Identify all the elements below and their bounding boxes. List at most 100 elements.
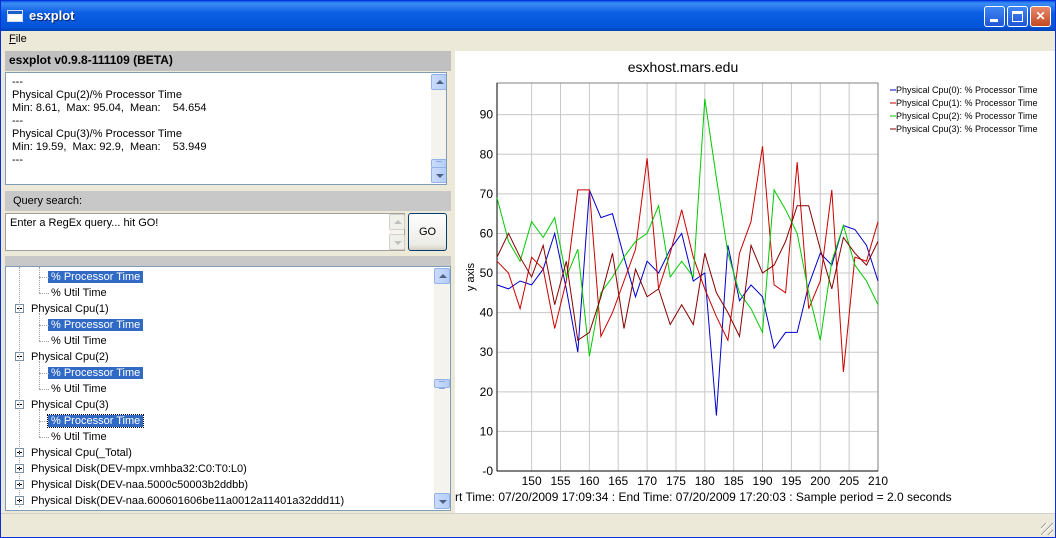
tree-leaf[interactable]: % Util Time (48, 285, 110, 301)
window-title: esxplot (29, 8, 75, 23)
stats-output[interactable]: --- Physical Cpu(2)/% Processor Time Min: … (5, 72, 447, 185)
tree-connector (39, 277, 49, 278)
tree-item-label: % Util Time (51, 287, 107, 299)
chart-title: esxhost.mars.edu (628, 59, 739, 75)
scroll-up-button[interactable] (434, 268, 450, 284)
y-tick-label: 70 (480, 187, 494, 201)
maximize-button[interactable] (1007, 6, 1028, 27)
tree-node[interactable]: Physical Cpu(2) (28, 349, 112, 365)
stats-scrollbar[interactable] (431, 74, 446, 183)
tree-leaf[interactable]: % Util Time (48, 429, 110, 445)
query-scrollbar[interactable] (389, 214, 405, 250)
tree-item-label: % Util Time (51, 335, 107, 347)
y-tick-label: 40 (480, 306, 494, 320)
arrow-up-icon (394, 220, 402, 224)
minimize-button[interactable] (984, 6, 1005, 27)
tree-item-label: % Processor Time (48, 271, 144, 283)
legend-entry: Physical Cpu(2): % Processor Time (896, 111, 1038, 121)
version-header: esxplot v0.9.8-111109 (BETA) (5, 51, 451, 71)
x-tick-label: 205 (839, 474, 859, 488)
y-tick-label: 50 (480, 266, 494, 280)
tree-separator (5, 256, 451, 266)
y-tick-label: 90 (480, 108, 494, 122)
resize-grip[interactable] (1041, 523, 1053, 535)
query-input[interactable]: Enter a RegEx query... hit GO! (5, 213, 405, 251)
legend-entry: Physical Cpu(1): % Processor Time (896, 98, 1038, 108)
close-button[interactable]: ✕ (1030, 6, 1051, 27)
stats-line: --- (12, 154, 23, 166)
tree-item-label: Physical Cpu(_Total) (31, 447, 132, 459)
tree-leaf[interactable]: % Processor Time (48, 365, 144, 381)
stats-line: Physical Cpu(2)/% Processor Time (12, 89, 182, 101)
tree-scrollbar[interactable] (434, 268, 450, 509)
title-bar[interactable]: esxplot ✕ (1, 1, 1055, 31)
tree-node[interactable]: Physical Cpu(_Total) (28, 445, 135, 461)
tree-leaf[interactable]: % Util Time (48, 381, 110, 397)
legend-entry: Physical Cpu(3): % Processor Time (896, 124, 1038, 134)
y-tick-label: 80 (480, 147, 494, 161)
x-tick-label: 185 (724, 474, 744, 488)
tree-connector (39, 341, 49, 342)
menu-file[interactable]: File (9, 33, 27, 45)
tree-item-label: Physical Disk(DEV-mpx.vmhba32:C0:T0:L0) (31, 463, 247, 475)
x-tick-label: 195 (781, 474, 801, 488)
tree-node[interactable]: Physical Disk(DEV-naa.5000c50003b2ddbb) (28, 477, 251, 493)
tree-node[interactable]: Physical Disk(DEV-mpx.vmhba32:C0:T0:L0) (28, 461, 250, 477)
tree-connector (39, 421, 49, 422)
scroll-thumb[interactable] (434, 379, 450, 389)
tree-item-label: Physical Cpu(1) (31, 303, 109, 315)
tree-leaf[interactable]: % Util Time (48, 333, 110, 349)
tree-leaf[interactable]: % Processor Time (48, 269, 144, 285)
x-tick-label: 175 (666, 474, 686, 488)
scroll-down-button[interactable] (389, 234, 405, 250)
go-button[interactable]: GO (408, 213, 447, 251)
series-line (496, 98, 879, 357)
tree-node[interactable]: Physical Cpu(3) (28, 397, 112, 413)
arrow-down-icon (436, 174, 444, 178)
minimize-icon (990, 19, 998, 22)
scroll-down-button[interactable] (434, 493, 450, 509)
tree-connector (39, 267, 40, 293)
tree-node[interactable]: Physical Cpu(1) (28, 301, 112, 317)
tree-item-label: % Processor Time (48, 367, 144, 379)
tree-item-label: % Util Time (51, 431, 107, 443)
y-tick-label: 60 (480, 226, 494, 240)
tree-connector (39, 293, 49, 294)
menu-bar: File (1, 31, 1055, 49)
status-bar (1, 513, 1055, 537)
arrow-up-icon (439, 274, 447, 278)
arrow-down-icon (439, 500, 447, 504)
chart-panel: 150 155 160 165 170 175 180 185 190 195 200 205 210 -… (455, 51, 1055, 513)
tree-connector (39, 373, 49, 374)
tree-item-label: Physical Cpu(3) (31, 399, 109, 411)
x-tick-label: 210 (868, 474, 888, 488)
tree-leaf[interactable]: % Processor Time (46, 413, 145, 429)
stats-line: Min: 19.59, Max: 92.9, Mean: 53.949 (12, 141, 207, 153)
query-label: Query search: (13, 195, 83, 207)
tree-connector (39, 361, 40, 389)
metric-tree[interactable]: % Processor Time % Util Time Physical Cpu(… (5, 266, 451, 511)
x-tick-label: 155 (550, 474, 570, 488)
tree-item-label: % Processor Time (48, 319, 144, 331)
stats-line: --- (12, 76, 23, 88)
x-tick-label: 165 (608, 474, 628, 488)
version-label: esxplot v0.9.8-111109 (BETA) (9, 53, 173, 67)
stats-line: Physical Cpu(3)/% Processor Time (12, 128, 182, 140)
scroll-up-button[interactable] (389, 214, 405, 230)
scroll-down-button[interactable] (431, 167, 446, 183)
tree-item-label: Physical Disk(DEV-naa.5000c50003b2ddbb) (31, 479, 249, 491)
left-panel: esxplot v0.9.8-111109 (BETA) --- Physical… (5, 51, 451, 513)
y-tick-label: -0 (482, 464, 493, 478)
tree-item-label: % Util Time (51, 383, 107, 395)
stats-line: --- (12, 115, 23, 127)
scroll-up-button[interactable] (431, 74, 446, 90)
y-tick-label: 30 (480, 345, 494, 359)
tree-connector (39, 313, 40, 341)
tree-leaf[interactable]: % Processor Time (48, 317, 144, 333)
x-tick-label: 190 (753, 474, 773, 488)
close-icon: ✕ (1035, 9, 1046, 23)
tree-node[interactable]: Physical Disk(DEV-naa.600601606be11a0012… (28, 493, 347, 509)
query-header: Query search: (5, 191, 451, 211)
chart-footer: rt Time: 07/20/2009 17:09:34 : End Time:… (455, 490, 952, 504)
arrow-up-icon (436, 80, 444, 84)
